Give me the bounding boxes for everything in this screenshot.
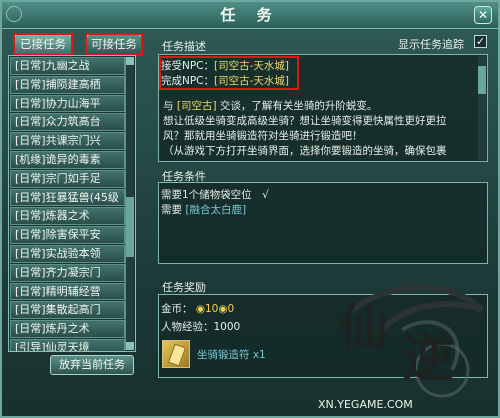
complete-prefix: 完成NPC：	[161, 75, 215, 87]
close-button[interactable]: ✕	[474, 6, 492, 24]
quest-list-item[interactable]: [日常]宗门如手足	[10, 169, 125, 188]
quest-list-items: [日常]九幽之战 [日常]捕陨建高栖 [日常]协力山海平 [日常]众力筑高台 [日常]共…	[9, 57, 135, 351]
site-watermark: XN.YEGAME.COM	[318, 398, 413, 411]
quest-list-item[interactable]: [日常]众力筑高台	[10, 113, 125, 132]
quest-list-item[interactable]: [机缘]诡异的毒素	[10, 150, 125, 169]
complete-npc-link[interactable]: [司空古-天水城]	[214, 75, 289, 87]
description-panel: 接受NPC：[司空古-天水城] 完成NPC：[司空古-天水城] 与 [司空古] …	[158, 54, 488, 162]
corner-ornament-icon	[6, 6, 22, 22]
quest-window: 任 务 ✕ 已接任务 可接任务 [日常]九幽之战 [日常]捕陨建高栖 [日常]协力山…	[0, 0, 500, 418]
quest-list-item[interactable]: [日常]炼器之术	[10, 207, 125, 226]
scroll-up-icon[interactable]	[126, 57, 134, 65]
quest-list-item[interactable]: [日常]集散起高门	[10, 301, 125, 320]
description-scrollbar[interactable]	[478, 56, 486, 160]
reward-item-link[interactable]: 坐骑锻造符	[197, 349, 250, 361]
coin-value: ◉10◉0	[195, 303, 235, 315]
desc-line-2: 想让低级坐骑变成高级坐骑？想让坐骑变得更快属性更好更拉	[163, 115, 447, 127]
condition-panel: 需要1个储物袋空位 √ 需要 [融合太白鹿]	[158, 182, 488, 264]
scroll-thumb[interactable]	[478, 66, 486, 94]
accept-npc-link[interactable]: [司空古-天水城]	[214, 60, 289, 72]
tab-accepted-quests[interactable]: 已接任务	[13, 33, 73, 56]
description-heading: 任务描述	[162, 40, 206, 53]
tab-label: 已接任务	[20, 37, 66, 51]
desc-text: 交谈，了解有关坐骑的升阶蜕变。	[219, 100, 378, 112]
quest-list-item[interactable]: [日常]精明辅经营	[10, 282, 125, 301]
desc-line-1: 与 [司空古] 交谈，了解有关坐骑的升阶蜕变。	[163, 98, 377, 113]
desc-npc-link[interactable]: [司空古]	[177, 100, 217, 112]
reward-heading: 任务奖励	[162, 281, 206, 294]
quest-list-item[interactable]: [日常]捕陨建高栖	[10, 75, 125, 94]
scroll-down-icon[interactable]	[126, 342, 134, 350]
condition-line-1: 需要1个储物袋空位 √	[161, 189, 269, 201]
quest-list-item[interactable]: [日常]除害保平安	[10, 226, 125, 244]
scroll-item-icon	[167, 343, 187, 367]
accept-npc-line: 接受NPC：[司空古-天水城]	[161, 58, 289, 73]
condition-link[interactable]: [融合太白鹿]	[185, 204, 246, 216]
reward-item-slot[interactable]	[162, 340, 190, 368]
desc-text: 与	[163, 100, 174, 112]
quest-list-item[interactable]: [日常]共课宗门兴	[10, 132, 125, 150]
coin-line: 金币： ◉10◉0	[161, 301, 234, 316]
quest-list-item[interactable]: [日常]实战验本领	[10, 244, 125, 263]
coin-label: 金币：	[161, 303, 193, 315]
quest-list: [日常]九幽之战 [日常]捕陨建高栖 [日常]协力山海平 [日常]众力筑高台 [日常]共…	[8, 55, 136, 352]
quest-list-item[interactable]: [引导]仙灵天境	[10, 338, 125, 351]
quest-list-item[interactable]: [日常]九幽之战	[10, 57, 125, 75]
quest-list-item[interactable]: [日常]炼丹之术	[10, 320, 125, 338]
reward-item-line: 坐骑锻造符 x1	[197, 347, 266, 362]
tab-available-quests[interactable]: 可接任务	[85, 33, 143, 56]
condition-line-2: 需要 [融合太白鹿]	[161, 202, 246, 217]
condition-prefix: 需要	[161, 204, 182, 216]
accept-prefix: 接受NPC：	[161, 60, 215, 72]
track-checkbox[interactable]: ✓	[474, 35, 487, 48]
scroll-thumb[interactable]	[126, 197, 134, 257]
window-title: 任 务	[2, 2, 498, 29]
desc-line-3: 风？那就用坐骑锻造符对坐骑进行锻造吧！	[163, 130, 363, 142]
exp-line: 人物经验：1000	[161, 321, 241, 333]
reward-panel: 金币： ◉10◉0 人物经验：1000 坐骑锻造符 x1	[158, 294, 488, 378]
abandon-quest-button[interactable]: 放弃当前任务	[50, 355, 134, 375]
quest-list-scrollbar[interactable]	[125, 57, 134, 350]
quest-list-item[interactable]: [日常]齐力凝宗门	[10, 263, 125, 282]
quest-list-item[interactable]: [日常]协力山海平	[10, 94, 125, 113]
reward-item-count: x1	[252, 349, 266, 361]
tab-label: 可接任务	[91, 37, 137, 51]
quest-list-item[interactable]: [日常]狂暴猛兽(45级	[10, 188, 125, 207]
complete-npc-line: 完成NPC：[司空古-天水城]	[161, 73, 289, 88]
desc-line-4: （从游戏下方打开坐骑界面，选择你要锻造的坐骑，确保包裹	[163, 145, 447, 157]
track-label: 显示任务追踪	[398, 38, 464, 51]
